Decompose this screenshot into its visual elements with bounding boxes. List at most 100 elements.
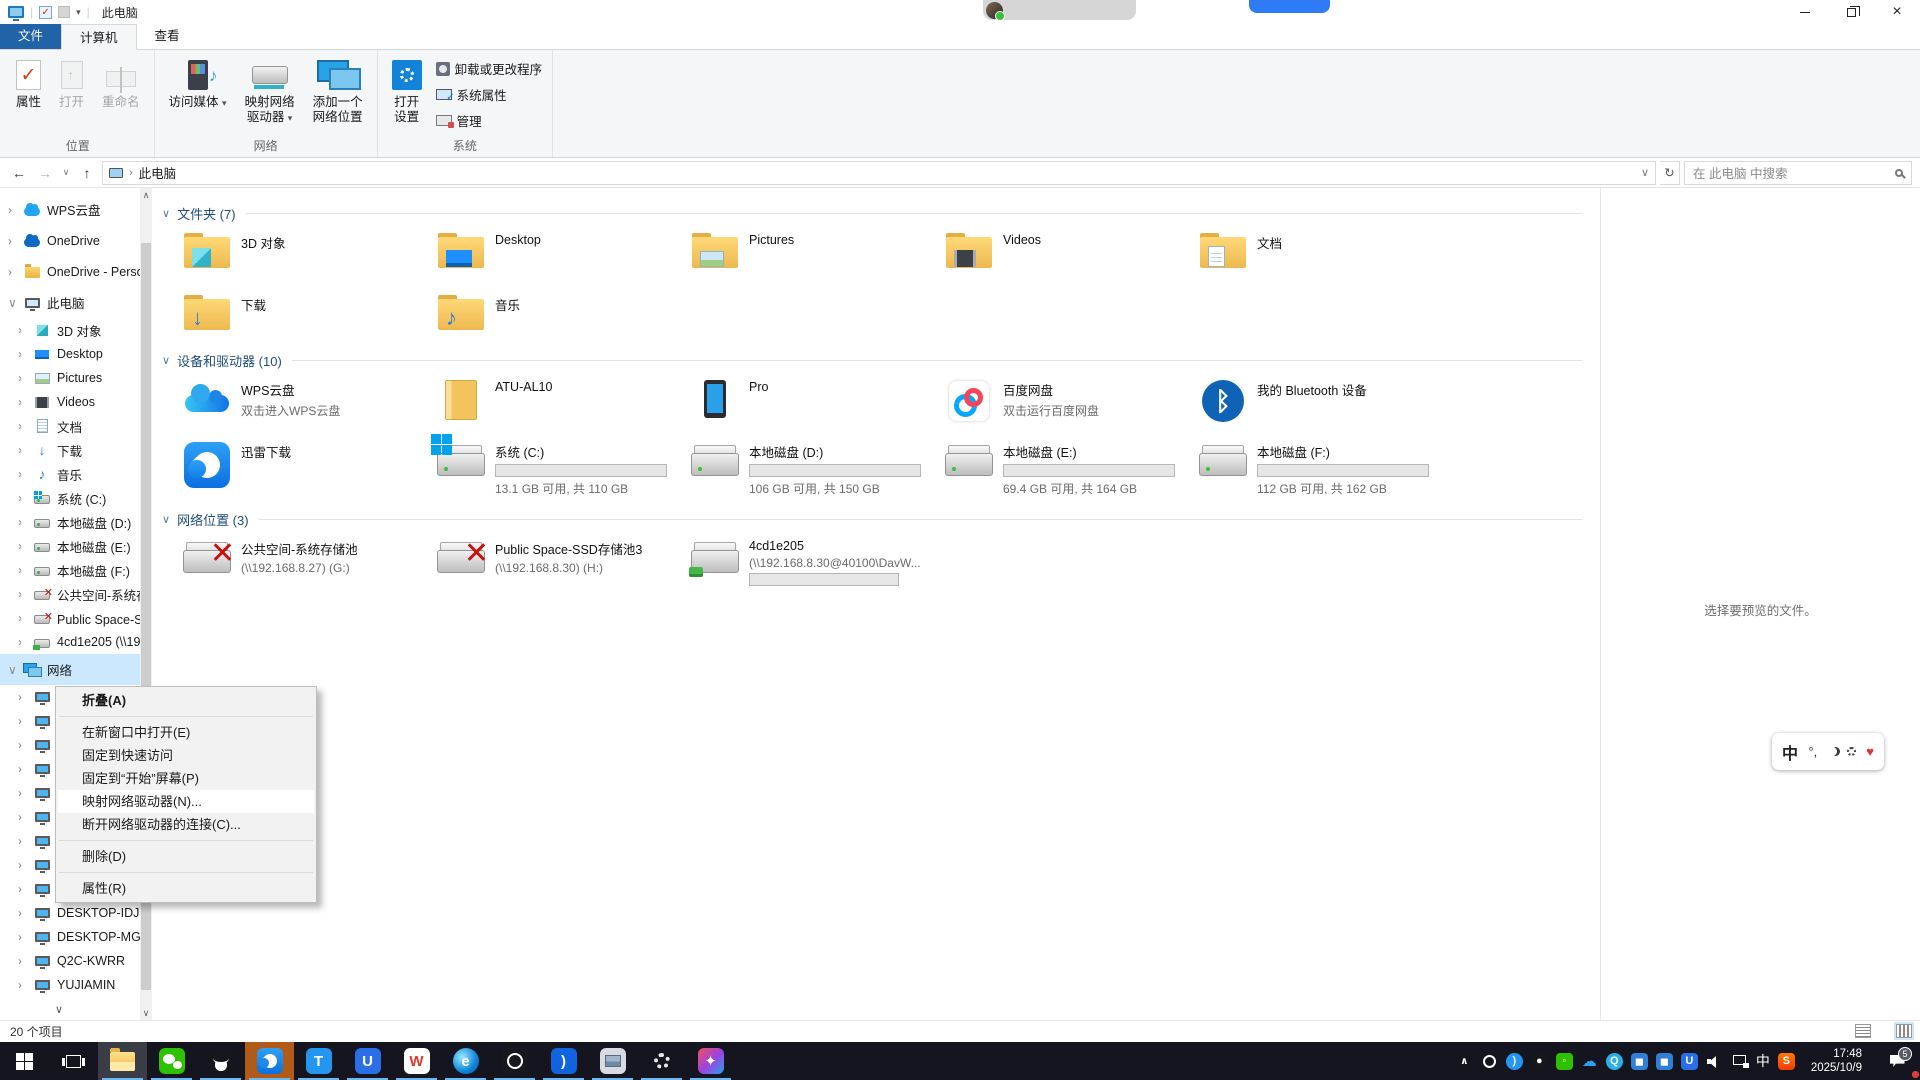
chevron-down-icon[interactable]: ∨	[8, 296, 22, 310]
chevron-right-icon[interactable]: ›	[18, 467, 32, 481]
quick-access-dropdown-icon[interactable]: ▾	[76, 7, 81, 18]
breadcrumb[interactable]: › 此电脑 ∨	[102, 161, 1656, 185]
sidebar-item-OneDrive[interactable]: › OneDrive	[0, 225, 140, 256]
up-icon[interactable]: ↑	[76, 165, 98, 181]
chevron-right-icon[interactable]: ›	[18, 611, 32, 625]
ribbon-button-uninstall[interactable]: 卸载或更改程序	[432, 57, 547, 80]
tile-我的 Bluetooth 设备[interactable]: ᛒ 我的 Bluetooth 设备	[1194, 376, 1448, 426]
heart-icon[interactable]: ♥	[1866, 744, 1874, 759]
context-menu-item-2[interactable]: 在新窗口中打开(E)	[58, 721, 314, 744]
chevron-right-icon[interactable]: ›	[18, 690, 32, 704]
chevron-right-icon[interactable]: ›	[18, 587, 32, 601]
tile-Public Space-SSD存储池3[interactable]: ✕ Public Space-SSD存储池3(\\192.168.8.30) (…	[432, 535, 686, 589]
tile-Desktop[interactable]: Desktop	[432, 229, 686, 279]
chevron-down-icon[interactable]: ∨	[162, 513, 170, 526]
context-menu-item-4[interactable]: 固定到“开始”屏幕(P)	[58, 767, 314, 790]
sidebar-item-本地磁盘 (F:)[interactable]: › 本地磁盘 (F:)	[0, 558, 140, 582]
sogou-icon[interactable]: S	[1778, 1053, 1795, 1070]
taskbar-button-dark-app[interactable]	[490, 1042, 539, 1080]
chevron-right-icon[interactable]: ›	[18, 738, 32, 752]
taskbar-button-qq[interactable]	[196, 1042, 245, 1080]
taskbar-button-wechat[interactable]	[147, 1042, 196, 1080]
back-icon[interactable]: ←	[8, 165, 30, 181]
tile-3D 对象[interactable]: 3D 对象	[178, 229, 432, 279]
tray-qq-tray-icon[interactable]: ●	[1531, 1053, 1548, 1070]
chevron-down-icon[interactable]: ∨	[8, 663, 22, 677]
sidebar-item-网络[interactable]: ∨ 网络	[0, 654, 140, 685]
tray-guard-check-icon[interactable]: ◼	[1631, 1053, 1648, 1070]
context-menu-item-8[interactable]: 删除(D)	[58, 845, 314, 868]
ribbon-button-settings[interactable]: 打开设置	[384, 52, 430, 128]
chevron-right-icon[interactable]: ›	[18, 882, 32, 896]
sidebar-item-Desktop[interactable]: › Desktop	[0, 342, 140, 366]
taskbar-button-task-view[interactable]	[49, 1042, 98, 1080]
close-button[interactable]: ×	[1874, 0, 1920, 24]
ime-toolbar[interactable]: 中 °, ♥	[1772, 733, 1884, 770]
tile-Pro[interactable]: Pro	[686, 376, 940, 426]
moon-icon[interactable]	[1828, 747, 1837, 756]
gear-icon[interactable]	[1847, 747, 1856, 756]
chevron-right-icon[interactable]: ›	[18, 978, 32, 992]
taskbar-button-tim[interactable]: T	[294, 1042, 343, 1080]
sidebar-item-WPS云盘[interactable]: › WPS云盘	[0, 194, 140, 225]
context-menu-item-5[interactable]: 映射网络驱动器(N)...	[58, 790, 314, 813]
chevron-right-icon[interactable]: ›	[18, 786, 32, 800]
tab-computer[interactable]: 计算机	[61, 24, 137, 50]
tray-ethernet-icon[interactable]	[1731, 1053, 1748, 1070]
chevron-right-icon[interactable]: ›	[18, 443, 32, 457]
taskbar-clock[interactable]: 17:48 2025/10/9	[1803, 1047, 1870, 1075]
search-icon[interactable]	[1895, 169, 1903, 177]
chevron-right-icon[interactable]: ›	[8, 265, 22, 279]
tray-guard-alert-icon[interactable]: ◼	[1656, 1053, 1673, 1070]
sidebar-item-YUJIAMIN[interactable]: › YUJIAMIN	[0, 973, 140, 997]
ribbon-button-properties[interactable]: ✓ 属性	[8, 52, 49, 113]
taskbar-button-file-explorer[interactable]	[98, 1042, 147, 1080]
tile-百度网盘[interactable]: 百度网盘双击运行百度网盘	[940, 376, 1194, 426]
chevron-right-icon[interactable]: ›	[18, 371, 32, 385]
quick-access-properties-icon[interactable]: ✓	[39, 6, 52, 19]
sidebar-item-文档[interactable]: › 文档	[0, 414, 140, 438]
ribbon-button-open[interactable]: 打开	[51, 52, 92, 113]
sidebar-item-Q2C-KWRR[interactable]: › Q2C-KWRR	[0, 949, 140, 973]
refresh-icon[interactable]: ↻	[1660, 161, 1680, 185]
tray-cloud-tray-icon[interactable]: ☁	[1581, 1053, 1598, 1070]
sidebar-item-本地磁盘 (E:)[interactable]: › 本地磁盘 (E:)	[0, 534, 140, 558]
chevron-right-icon[interactable]: ›	[18, 539, 32, 553]
tile-下载[interactable]: ↓ 下载	[178, 291, 432, 341]
tray-xunlei-tray-icon[interactable]: )	[1506, 1053, 1523, 1070]
section-header[interactable]: ∨ 设备和驱动器 (10)	[162, 351, 1600, 370]
chevron-right-icon[interactable]: ›	[18, 714, 32, 728]
sidebar-item-下载[interactable]: › ↓ 下载	[0, 438, 140, 462]
tile-4cd1e205[interactable]: 4cd1e205(\\192.168.8.30@40100\DavW...	[686, 535, 940, 589]
tray-volume-icon[interactable]	[1706, 1053, 1723, 1070]
tray-chevron-up-icon[interactable]: ∧	[1456, 1053, 1473, 1070]
ime-punctuation-button[interactable]: °,	[1808, 744, 1817, 759]
sidebar-item-此电脑[interactable]: ∨ 此电脑	[0, 287, 140, 318]
chevron-right-icon[interactable]: ›	[18, 762, 32, 776]
ribbon-button-map-drive[interactable]: 映射网络驱动器 ▾	[237, 52, 303, 129]
chevron-right-icon[interactable]: ›	[18, 906, 32, 920]
tile-ATU-AL10[interactable]: ATU-AL10	[432, 376, 686, 426]
sidebar-scroll-down-icon[interactable]: ∨	[55, 1003, 63, 1016]
notification-center-button[interactable]: 5	[1878, 1055, 1916, 1067]
ime-mode-button[interactable]: 中	[1782, 740, 1798, 764]
scroll-down-icon[interactable]: ∨	[140, 1006, 152, 1020]
tile-系统 (C:)[interactable]: 系统 (C:)13.1 GB 可用, 共 110 GB	[432, 438, 686, 500]
ribbon-button-manage[interactable]: 管理	[432, 109, 547, 132]
thumbnails-view-icon[interactable]	[1896, 1024, 1912, 1038]
sidebar-item-公共空间-系统存储池 (\\192.168.8.27) (G:)[interactable]: › 公共空间-系统存储池 (\\192.168.8.27) (G:)	[0, 582, 140, 606]
taskbar-button-blue-app[interactable]: )	[539, 1042, 588, 1080]
breadcrumb-location[interactable]: 此电脑	[139, 163, 177, 182]
sidebar-item-OneDrive - Personal[interactable]: › OneDrive - Personal	[0, 256, 140, 287]
restore-button[interactable]	[1828, 0, 1874, 24]
ribbon-button-rename[interactable]: 重命名	[94, 52, 148, 113]
chevron-right-icon[interactable]: ›	[18, 635, 32, 649]
sidebar-item-4cd1e205 (\\192.168.8.30@40100\DavW...[interactable]: › 4cd1e205 (\\192.168.8.30@40100\DavW...	[0, 630, 140, 654]
minimize-button[interactable]	[1782, 0, 1828, 24]
search-placeholder[interactable]: 在 此电脑 中搜索	[1693, 163, 1889, 182]
tray-qq-circle-icon[interactable]: Q	[1606, 1053, 1623, 1070]
blue-pill-button[interactable]	[1249, 0, 1330, 13]
tile-WPS云盘[interactable]: WPS云盘双击进入WPS云盘	[178, 376, 432, 426]
history-dropdown-icon[interactable]: ∨	[60, 167, 72, 178]
tray-wechat-tray-icon[interactable]: ◦	[1556, 1053, 1573, 1070]
